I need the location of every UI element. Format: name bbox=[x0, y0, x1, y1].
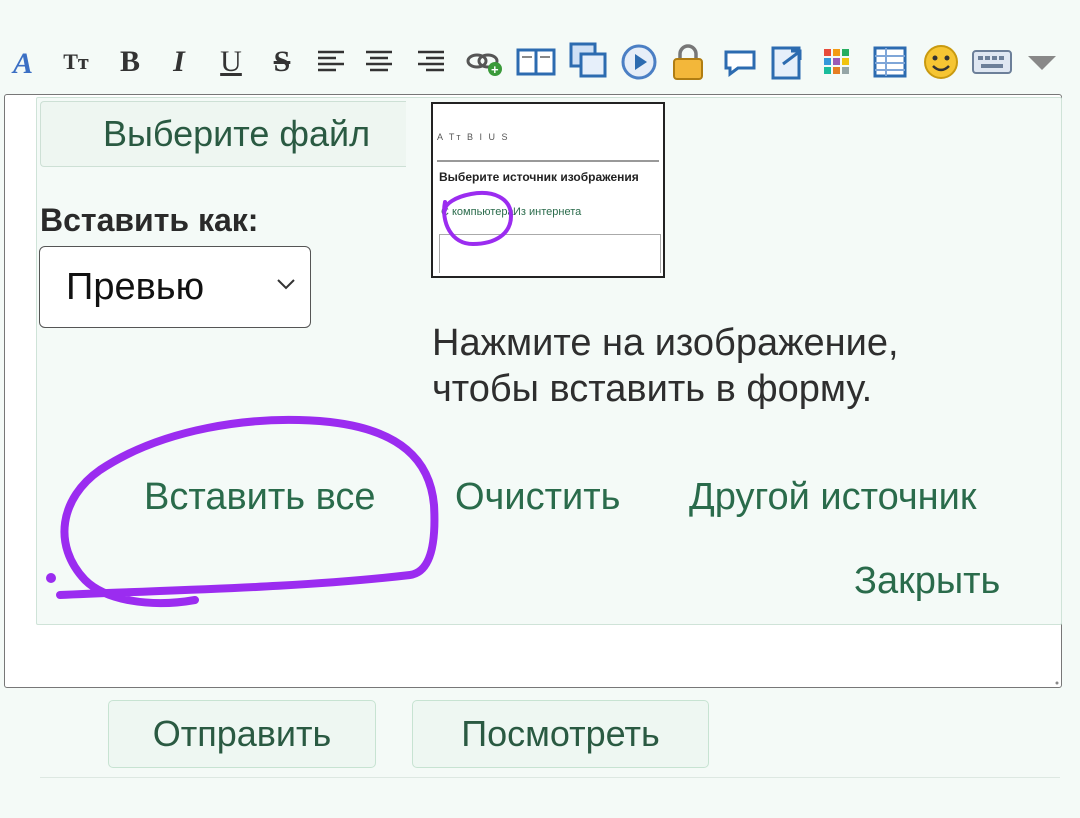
preview-button[interactable]: Посмотреть bbox=[412, 700, 709, 768]
link-icon[interactable]: + bbox=[464, 40, 504, 84]
align-center-icon[interactable] bbox=[362, 40, 396, 84]
play-icon[interactable] bbox=[618, 40, 660, 84]
align-left-icon[interactable] bbox=[314, 40, 348, 84]
editor-toolbar: A Tт B I U S + bbox=[8, 40, 1068, 84]
insert-as-label: Вставить как: bbox=[40, 202, 259, 238]
hint-line-2: чтобы вставить в форму. bbox=[432, 368, 873, 410]
chevron-down-icon bbox=[277, 279, 295, 290]
smiley-icon[interactable] bbox=[920, 40, 962, 84]
keyboard-icon[interactable] bbox=[970, 40, 1014, 84]
thumbnail-scribble bbox=[442, 191, 514, 247]
color-grid-icon[interactable] bbox=[820, 40, 854, 84]
hint-line-1: Нажмите на изображение, bbox=[432, 322, 899, 364]
book-icon[interactable] bbox=[514, 40, 560, 84]
export-icon[interactable] bbox=[768, 40, 810, 84]
underline-icon[interactable]: U bbox=[214, 40, 248, 84]
copy-icon[interactable] bbox=[566, 40, 612, 84]
resize-handle-icon[interactable] bbox=[1052, 678, 1060, 686]
submit-button[interactable]: Отправить bbox=[108, 700, 376, 768]
align-right-icon[interactable] bbox=[414, 40, 448, 84]
strikethrough-icon[interactable]: S bbox=[264, 40, 300, 84]
image-insert-panel: Выберите файл Вставить как: Превью A Tт … bbox=[36, 97, 1062, 625]
hint-text: Нажмите на изображение, чтобы вставить в… bbox=[432, 320, 899, 412]
svg-text:A: A bbox=[11, 47, 33, 78]
italic-icon[interactable]: I bbox=[164, 40, 194, 84]
image-thumbnail[interactable]: A Tт B I U S Выберите источник изображен… bbox=[431, 102, 665, 278]
bold-icon[interactable]: B bbox=[112, 40, 148, 84]
clear-link[interactable]: Очистить bbox=[455, 476, 620, 519]
choose-file-button[interactable]: Выберите файл bbox=[40, 101, 406, 167]
close-link[interactable]: Закрыть bbox=[854, 560, 1000, 603]
text-color-icon[interactable]: A bbox=[8, 40, 44, 84]
divider bbox=[40, 777, 1060, 778]
insert-as-select[interactable]: Превью bbox=[39, 246, 311, 328]
font-size-icon[interactable]: Tт bbox=[56, 40, 96, 84]
insert-all-link[interactable]: Вставить все bbox=[144, 476, 376, 519]
more-dropdown-icon[interactable] bbox=[1024, 40, 1060, 84]
lock-icon[interactable] bbox=[668, 40, 708, 84]
other-source-link[interactable]: Другой источник bbox=[689, 476, 977, 519]
table-icon[interactable] bbox=[870, 40, 910, 84]
speech-bubble-icon[interactable] bbox=[720, 40, 760, 84]
editor-area[interactable]: Выберите файл Вставить как: Превью A Tт … bbox=[4, 94, 1062, 688]
svg-text:+: + bbox=[491, 62, 499, 77]
insert-as-value: Превью bbox=[66, 265, 205, 308]
